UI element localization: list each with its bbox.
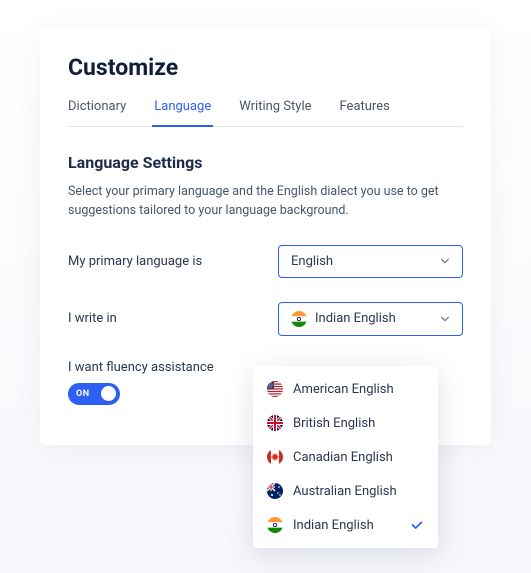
tab-features[interactable]: Features [340,99,390,126]
option-label: British English [293,416,375,431]
dialect-label: I write in [68,311,117,326]
chevron-down-icon [440,314,450,324]
tab-dictionary[interactable]: Dictionary [68,99,126,126]
primary-language-label: My primary language is [68,254,202,269]
toggle-knob [101,386,116,401]
ca-flag-icon [267,449,283,465]
gb-flag-icon [267,415,283,431]
dialect-select[interactable]: Indian English [278,302,463,336]
tab-writing-style[interactable]: Writing Style [239,99,311,126]
option-label: American English [293,382,394,397]
tabs-row: Dictionary Language Writing Style Featur… [68,99,463,127]
section-heading: Language Settings [68,153,463,172]
chevron-down-icon [440,256,450,266]
india-flag-icon [291,311,307,327]
option-label: Australian English [293,484,397,499]
toggle-state-label: ON [76,389,90,399]
option-british-english[interactable]: British English [253,406,438,440]
dialect-row: I write in Indian English [68,302,463,336]
dialect-dropdown: American English British English Canadia… [253,366,438,548]
option-australian-english[interactable]: Australian English [253,474,438,508]
primary-language-select[interactable]: English [278,245,463,278]
primary-language-row: My primary language is English [68,245,463,278]
fluency-toggle[interactable]: ON [68,383,120,405]
option-canadian-english[interactable]: Canadian English [253,440,438,474]
option-label: Canadian English [293,450,393,465]
au-flag-icon [267,483,283,499]
page-title: Customize [68,54,463,81]
in-flag-icon [267,517,283,533]
tab-language[interactable]: Language [154,99,211,126]
option-american-english[interactable]: American English [253,372,438,406]
dialect-value: Indian English [315,311,396,326]
option-indian-english[interactable]: Indian English [253,508,438,542]
option-label: Indian English [293,518,374,533]
primary-language-value: English [291,254,333,269]
section-description: Select your primary language and the Eng… [68,182,463,221]
us-flag-icon [267,381,283,397]
check-icon [410,518,424,532]
